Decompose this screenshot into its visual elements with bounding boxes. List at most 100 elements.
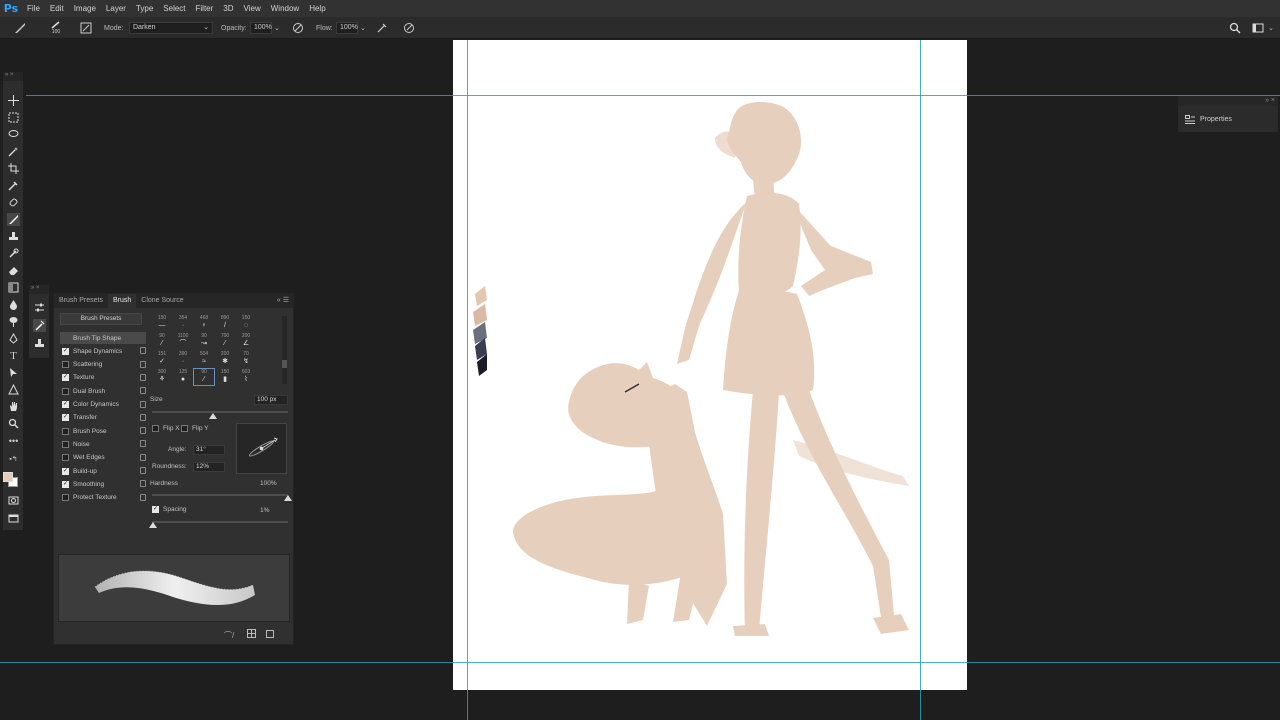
size-slider-thumb[interactable] <box>209 413 218 419</box>
eraser-tool-icon[interactable] <box>7 264 20 277</box>
tools-panel-header[interactable]: » × <box>3 72 23 81</box>
brush-option-checkbox[interactable] <box>62 494 69 502</box>
lock-icon[interactable] <box>140 347 146 355</box>
flow-dropdown-icon[interactable]: ⌄ <box>360 17 366 39</box>
brush-option-checkbox[interactable] <box>62 427 69 435</box>
lock-icon[interactable] <box>140 440 146 448</box>
flip-y-option[interactable]: Flip Y <box>179 425 209 432</box>
new-brush-icon[interactable] <box>266 629 275 640</box>
opacity-field[interactable]: 100% <box>250 22 272 34</box>
menu-layer[interactable]: Layer <box>101 0 131 17</box>
brush-tip-preset[interactable]: 1100 ⌒ <box>173 333 193 349</box>
document-canvas[interactable] <box>453 40 967 690</box>
size-slider-track[interactable] <box>152 411 288 413</box>
brush-tip-preset[interactable]: 354 · <box>173 315 193 331</box>
brush-settings-icon[interactable] <box>33 301 46 314</box>
type-tool-icon[interactable]: T <box>7 349 20 362</box>
hardness-slider-thumb[interactable] <box>284 495 292 501</box>
brush-tip-preset[interactable]: 125 ● <box>173 369 193 385</box>
menu-help[interactable]: Help <box>304 0 330 17</box>
brush-tool-preset-icon[interactable] <box>12 20 28 36</box>
brush-option-dual-brush[interactable]: Dual Brush <box>60 385 146 397</box>
workspace-icon[interactable] <box>1250 20 1266 36</box>
lock-icon[interactable] <box>140 360 146 368</box>
brush-tip-preset[interactable]: 390 · <box>173 351 193 367</box>
hardness-slider-track[interactable] <box>152 494 288 496</box>
menu-window[interactable]: Window <box>266 0 304 17</box>
brush-tip-preset[interactable]: 150 ◌ <box>236 315 256 331</box>
brush-option-checkbox[interactable]: ✓ <box>62 467 69 475</box>
brush-presets-button[interactable]: Brush Presets <box>60 313 142 325</box>
magic-wand-tool-icon[interactable] <box>7 145 20 158</box>
zoom-tool-icon[interactable] <box>7 417 20 430</box>
tab-brush-presets[interactable]: Brush Presets <box>54 294 108 308</box>
brush-option-smoothing[interactable]: ✓ Smoothing <box>60 478 146 490</box>
quick-mask-icon[interactable] <box>7 494 20 507</box>
brush-option-checkbox[interactable]: ✓ <box>62 480 69 488</box>
clone-stamp-tool-icon[interactable] <box>7 230 20 243</box>
brush-option-checkbox[interactable]: ✓ <box>62 414 69 422</box>
brush-panel-toggle-icon[interactable] <box>78 20 94 36</box>
brush-tip-preset[interactable]: 90 ⁄ <box>152 333 172 349</box>
flip-y-checkbox[interactable] <box>181 425 188 432</box>
foreground-color-swatch[interactable] <box>3 472 13 482</box>
flip-x-option[interactable]: Flip X <box>150 425 180 432</box>
brush-option-texture[interactable]: ✓ Texture <box>60 372 146 384</box>
brush-option-checkbox[interactable] <box>62 454 69 462</box>
healing-brush-tool-icon[interactable] <box>7 196 20 209</box>
brush-tip-preset[interactable]: 468 ♀ <box>194 315 214 331</box>
brush-tip-preset[interactable]: 700 ⁄ <box>215 333 235 349</box>
strip-header[interactable]: » × <box>29 285 49 294</box>
hand-tool-icon[interactable] <box>7 400 20 413</box>
menu-select[interactable]: Select <box>158 0 190 17</box>
lasso-tool-icon[interactable] <box>7 128 20 141</box>
move-tool-icon[interactable] <box>7 94 20 107</box>
properties-panel-header[interactable]: » × <box>1178 96 1278 106</box>
brush-tip-preset[interactable]: 90 ⁄ <box>193 368 215 386</box>
search-icon[interactable] <box>1227 20 1243 36</box>
brush-tip-preset[interactable]: 70 ↯ <box>236 351 256 367</box>
screen-mode-icon[interactable] <box>7 512 20 525</box>
spacing-checkbox[interactable]: ✓ <box>152 506 159 513</box>
menu-image[interactable]: Image <box>69 0 101 17</box>
gradient-tool-icon[interactable] <box>7 281 20 294</box>
lock-icon[interactable] <box>140 413 146 421</box>
brush-tip-preset[interactable]: 200 ∠ <box>236 333 256 349</box>
brush-option-scattering[interactable]: Scattering <box>60 359 146 371</box>
dodge-tool-icon[interactable] <box>7 315 20 328</box>
brush-option-brush-pose[interactable]: Brush Pose <box>60 425 146 437</box>
flip-x-checkbox[interactable] <box>152 425 159 432</box>
brush-option-color-dynamics[interactable]: ✓ Color Dynamics <box>60 399 146 411</box>
brush-tool-icon[interactable] <box>7 213 20 226</box>
blur-tool-icon[interactable] <box>7 298 20 311</box>
tip-grid-scrollbar[interactable] <box>282 316 287 384</box>
brush-picker[interactable]: 100 <box>48 20 64 36</box>
brush-tip-preset[interactable]: 504 ≈ <box>194 351 214 367</box>
brush-option-build-up[interactable]: ✓ Build-up <box>60 465 146 477</box>
lock-icon[interactable] <box>140 427 146 435</box>
clone-source-icon[interactable] <box>33 337 46 350</box>
spacing-slider-track[interactable] <box>152 521 288 523</box>
opacity-dropdown-icon[interactable]: ⌄ <box>274 17 280 39</box>
lock-icon[interactable] <box>140 400 146 408</box>
menu-type[interactable]: Type <box>131 0 158 17</box>
menu-filter[interactable]: Filter <box>191 0 219 17</box>
spacing-slider-thumb[interactable] <box>149 522 158 528</box>
brush-tip-preset[interactable]: 890/ <box>215 315 235 331</box>
marquee-tool-icon[interactable] <box>7 111 20 124</box>
crop-tool-icon[interactable] <box>7 162 20 175</box>
size-field[interactable]: 100 px <box>254 395 288 405</box>
brush-angle-widget[interactable] <box>236 423 287 474</box>
brush-tip-preset[interactable]: 90 ↝ <box>194 333 214 349</box>
lock-icon[interactable] <box>140 387 146 395</box>
brush-option-wet-edges[interactable]: Wet Edges <box>60 452 146 464</box>
horizontal-guide[interactable] <box>0 662 1280 663</box>
default-colors-icon[interactable]: ▪↰ <box>7 452 20 465</box>
spacing-option[interactable]: ✓ Spacing <box>150 506 187 513</box>
edit-toolbar-icon[interactable]: ••• <box>7 434 20 447</box>
airbrush-icon[interactable] <box>374 20 390 36</box>
lock-icon[interactable] <box>140 480 146 488</box>
mode-select[interactable]: Darken ⌄ <box>129 22 213 34</box>
brush-tip-preset[interactable]: 603 ⌇ <box>236 369 256 385</box>
menu-file[interactable]: File <box>22 0 45 17</box>
